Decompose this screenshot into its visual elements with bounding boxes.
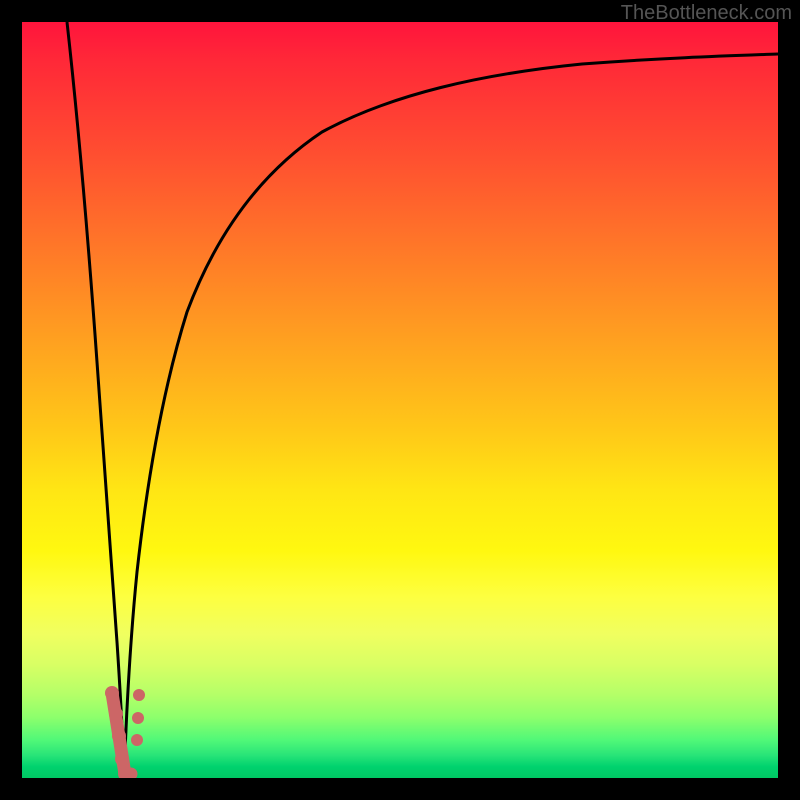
data-point-connector [112, 693, 125, 774]
data-point [132, 712, 144, 724]
right-curve [124, 54, 778, 778]
chart-container: TheBottleneck.com [0, 0, 800, 800]
plot-area [22, 22, 778, 778]
chart-svg [22, 22, 778, 778]
left-curve [67, 22, 124, 778]
data-point [133, 689, 145, 701]
data-point [131, 734, 143, 746]
watermark-text: TheBottleneck.com [621, 2, 792, 25]
